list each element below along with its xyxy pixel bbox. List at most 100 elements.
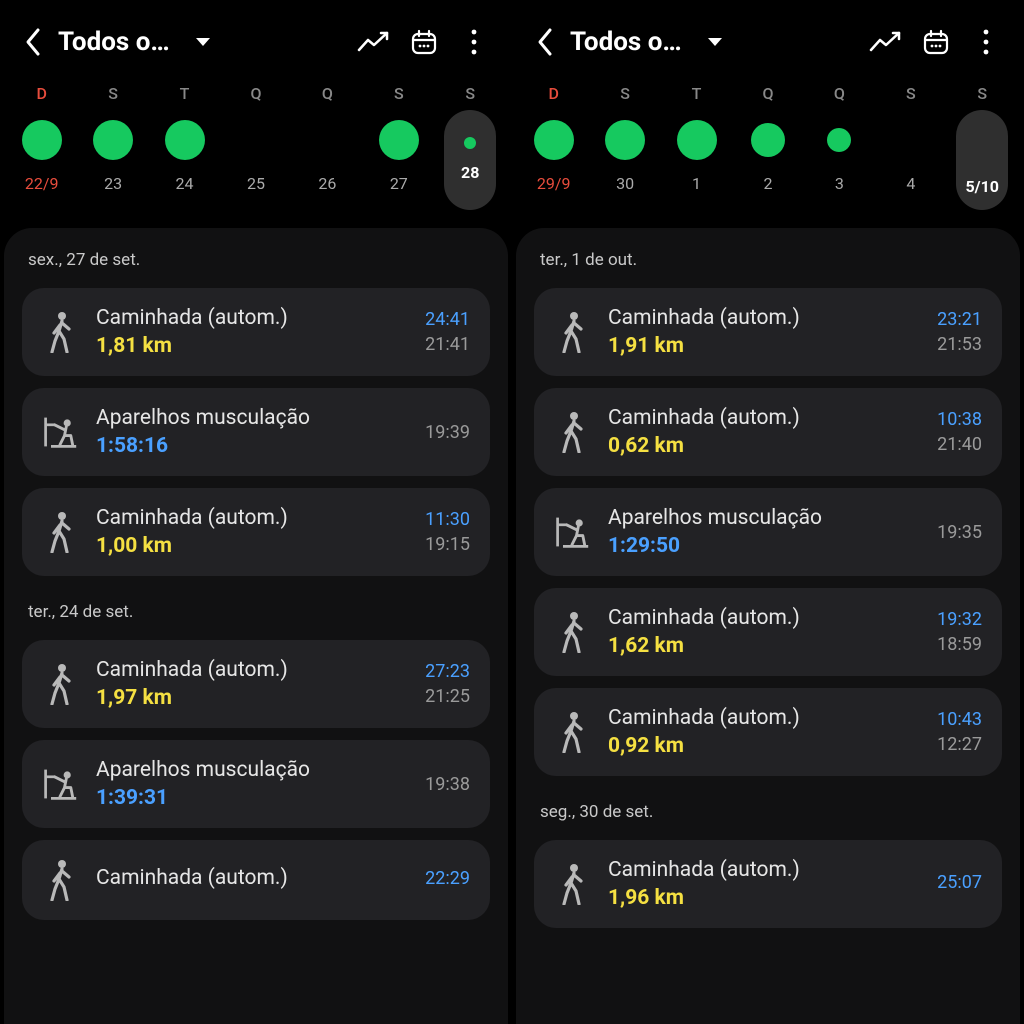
week-day[interactable]: T1 — [664, 84, 730, 214]
pane: Todos o…D22/9S23T24Q25Q26S27S28sex., 27 … — [0, 0, 512, 1024]
activity-dot — [751, 123, 785, 157]
activity-entry[interactable]: Caminhada (autom.)1,91 km23:2121:53 — [534, 288, 1002, 376]
day-indicator — [373, 114, 425, 166]
activity-entry[interactable]: Caminhada (autom.)1,81 km 24:41 21:41 — [22, 288, 490, 376]
activity-entry[interactable]: Caminhada (autom.)22:29 — [22, 840, 490, 920]
activity-duration: 23:21 — [937, 309, 982, 330]
section-header: ter., 24 de set. — [16, 588, 496, 636]
entry-times: 10:3821:40 — [937, 409, 982, 455]
back-button[interactable] — [18, 27, 48, 57]
title-dropdown-icon[interactable] — [194, 36, 212, 48]
week-day[interactable]: S4 — [878, 84, 944, 214]
activity-entry[interactable]: Caminhada (autom.)1,96 km25:07 — [534, 840, 1002, 928]
activity-time: 19:38 — [425, 774, 470, 795]
walk-icon — [42, 510, 78, 554]
day-of-week-label: Q — [762, 84, 773, 106]
entry-main: Caminhada (autom.) 1,00 km — [96, 506, 407, 558]
week-day[interactable]: Q3 — [806, 84, 872, 214]
activity-entry[interactable]: Caminhada (autom.)1,97 km27:2321:25 — [22, 640, 490, 728]
activity-duration: 11:30 — [425, 509, 470, 530]
weights-icon — [554, 510, 590, 554]
day-date-label: 24 — [176, 174, 194, 194]
activity-time: 21:25 — [425, 686, 470, 707]
day-indicator — [671, 114, 723, 166]
activity-entry[interactable]: Caminhada (autom.)0,92 km 10:43 12:27 — [534, 688, 1002, 776]
activity-name: Caminhada (autom.) — [608, 606, 919, 630]
day-of-week-label: S — [465, 84, 475, 106]
activity-entry[interactable]: Aparelhos musculação1:39:3119:38 — [22, 740, 490, 828]
activity-entry[interactable]: Aparelhos musculação1:29:5019:35 — [534, 488, 1002, 576]
activity-time: 21:41 — [425, 334, 470, 355]
activity-metric: 1,00 km — [96, 534, 407, 558]
activity-entry[interactable]: Aparelhos musculação1:58:1619:39 — [22, 388, 490, 476]
calendar-button[interactable] — [404, 22, 444, 62]
activity-time: 19:35 — [937, 522, 982, 543]
day-indicator — [87, 114, 139, 166]
pane: Todos o…D29/9S30T1Q2Q3S4S5/10ter., 1 de … — [512, 0, 1024, 1024]
activity-duration: 10:38 — [937, 409, 982, 430]
activity-list[interactable]: ter., 1 de out.Caminhada (autom.)1,91 km… — [516, 228, 1020, 1024]
title-dropdown-icon[interactable] — [706, 36, 724, 48]
week-day[interactable]: D22/9 — [9, 84, 75, 214]
activity-dot — [891, 120, 931, 160]
week-day[interactable]: T24 — [152, 84, 218, 214]
page-title[interactable]: Todos o… — [58, 27, 170, 57]
trends-button[interactable] — [866, 22, 906, 62]
activity-metric: 1,97 km — [96, 686, 407, 710]
walk-icon — [42, 662, 78, 706]
activity-entry[interactable]: Caminhada (autom.)1,00 km11:3019:15 — [22, 488, 490, 576]
calendar-button[interactable] — [916, 22, 956, 62]
activity-dot — [464, 137, 476, 149]
activity-dot — [605, 120, 645, 160]
more-button[interactable] — [454, 22, 494, 62]
trends-button[interactable] — [354, 22, 394, 62]
walk-icon — [554, 862, 590, 906]
day-date-label: 1 — [692, 174, 701, 194]
activity-name: Caminhada (autom.) — [608, 306, 919, 330]
entry-times: 19:38 — [425, 774, 470, 795]
activity-duration: 27:23 — [425, 661, 470, 682]
week-day[interactable]: S23 — [80, 84, 146, 214]
activity-time: 18:59 — [937, 634, 982, 655]
day-of-week-label: S — [977, 84, 987, 106]
day-of-week-label: Q — [322, 84, 333, 106]
activity-entry[interactable]: Caminhada (autom.)0,62 km10:3821:40 — [534, 388, 1002, 476]
activity-time: 12:27 — [937, 734, 982, 755]
activity-duration: 24:41 — [425, 309, 470, 330]
week-day[interactable]: S27 — [366, 84, 432, 214]
week-day[interactable]: Q26 — [294, 84, 360, 214]
walk-icon — [554, 310, 590, 354]
day-date-label: 30 — [616, 174, 634, 194]
back-button[interactable] — [530, 27, 560, 57]
activity-metric: 0,92 km — [608, 734, 919, 758]
activity-time: 19:39 — [425, 422, 470, 443]
week-day[interactable]: Q2 — [735, 84, 801, 214]
activity-name: Aparelhos musculação — [96, 406, 407, 430]
topbar: Todos o… — [0, 0, 512, 80]
activity-list[interactable]: sex., 27 de set.Caminhada (autom.)1,81 k… — [4, 228, 508, 1024]
activity-dot — [677, 120, 717, 160]
week-bar: D22/9S23T24Q25Q26S27S28 — [0, 84, 512, 214]
activity-metric: 1:39:31 — [96, 786, 407, 810]
activity-entry[interactable]: Caminhada (autom.)1,62 km19:3218:59 — [534, 588, 1002, 676]
activity-name: Caminhada (autom.) — [96, 506, 407, 530]
week-day[interactable]: S28 — [437, 84, 503, 214]
entry-main: Caminhada (autom.)1,81 km — [96, 306, 407, 358]
day-date-label: 25 — [247, 174, 265, 194]
activity-duration: 10:43 — [937, 709, 982, 730]
day-indicator — [301, 114, 353, 166]
activity-dot — [962, 123, 1002, 163]
week-day[interactable]: S5/10 — [949, 84, 1015, 214]
entry-main: Caminhada (autom.)0,92 km — [608, 706, 919, 758]
week-day[interactable]: D29/9 — [521, 84, 587, 214]
walk-icon — [554, 410, 590, 454]
entry-times: 19:3218:59 — [937, 609, 982, 655]
activity-dot — [93, 120, 133, 160]
week-day[interactable]: Q25 — [223, 84, 289, 214]
page-title[interactable]: Todos o… — [570, 27, 682, 57]
entry-main: Caminhada (autom.)1,91 km — [608, 306, 919, 358]
week-day[interactable]: S30 — [592, 84, 658, 214]
day-date-label: 22/9 — [25, 174, 59, 194]
activity-metric: 0,62 km — [608, 434, 919, 458]
more-button[interactable] — [966, 22, 1006, 62]
